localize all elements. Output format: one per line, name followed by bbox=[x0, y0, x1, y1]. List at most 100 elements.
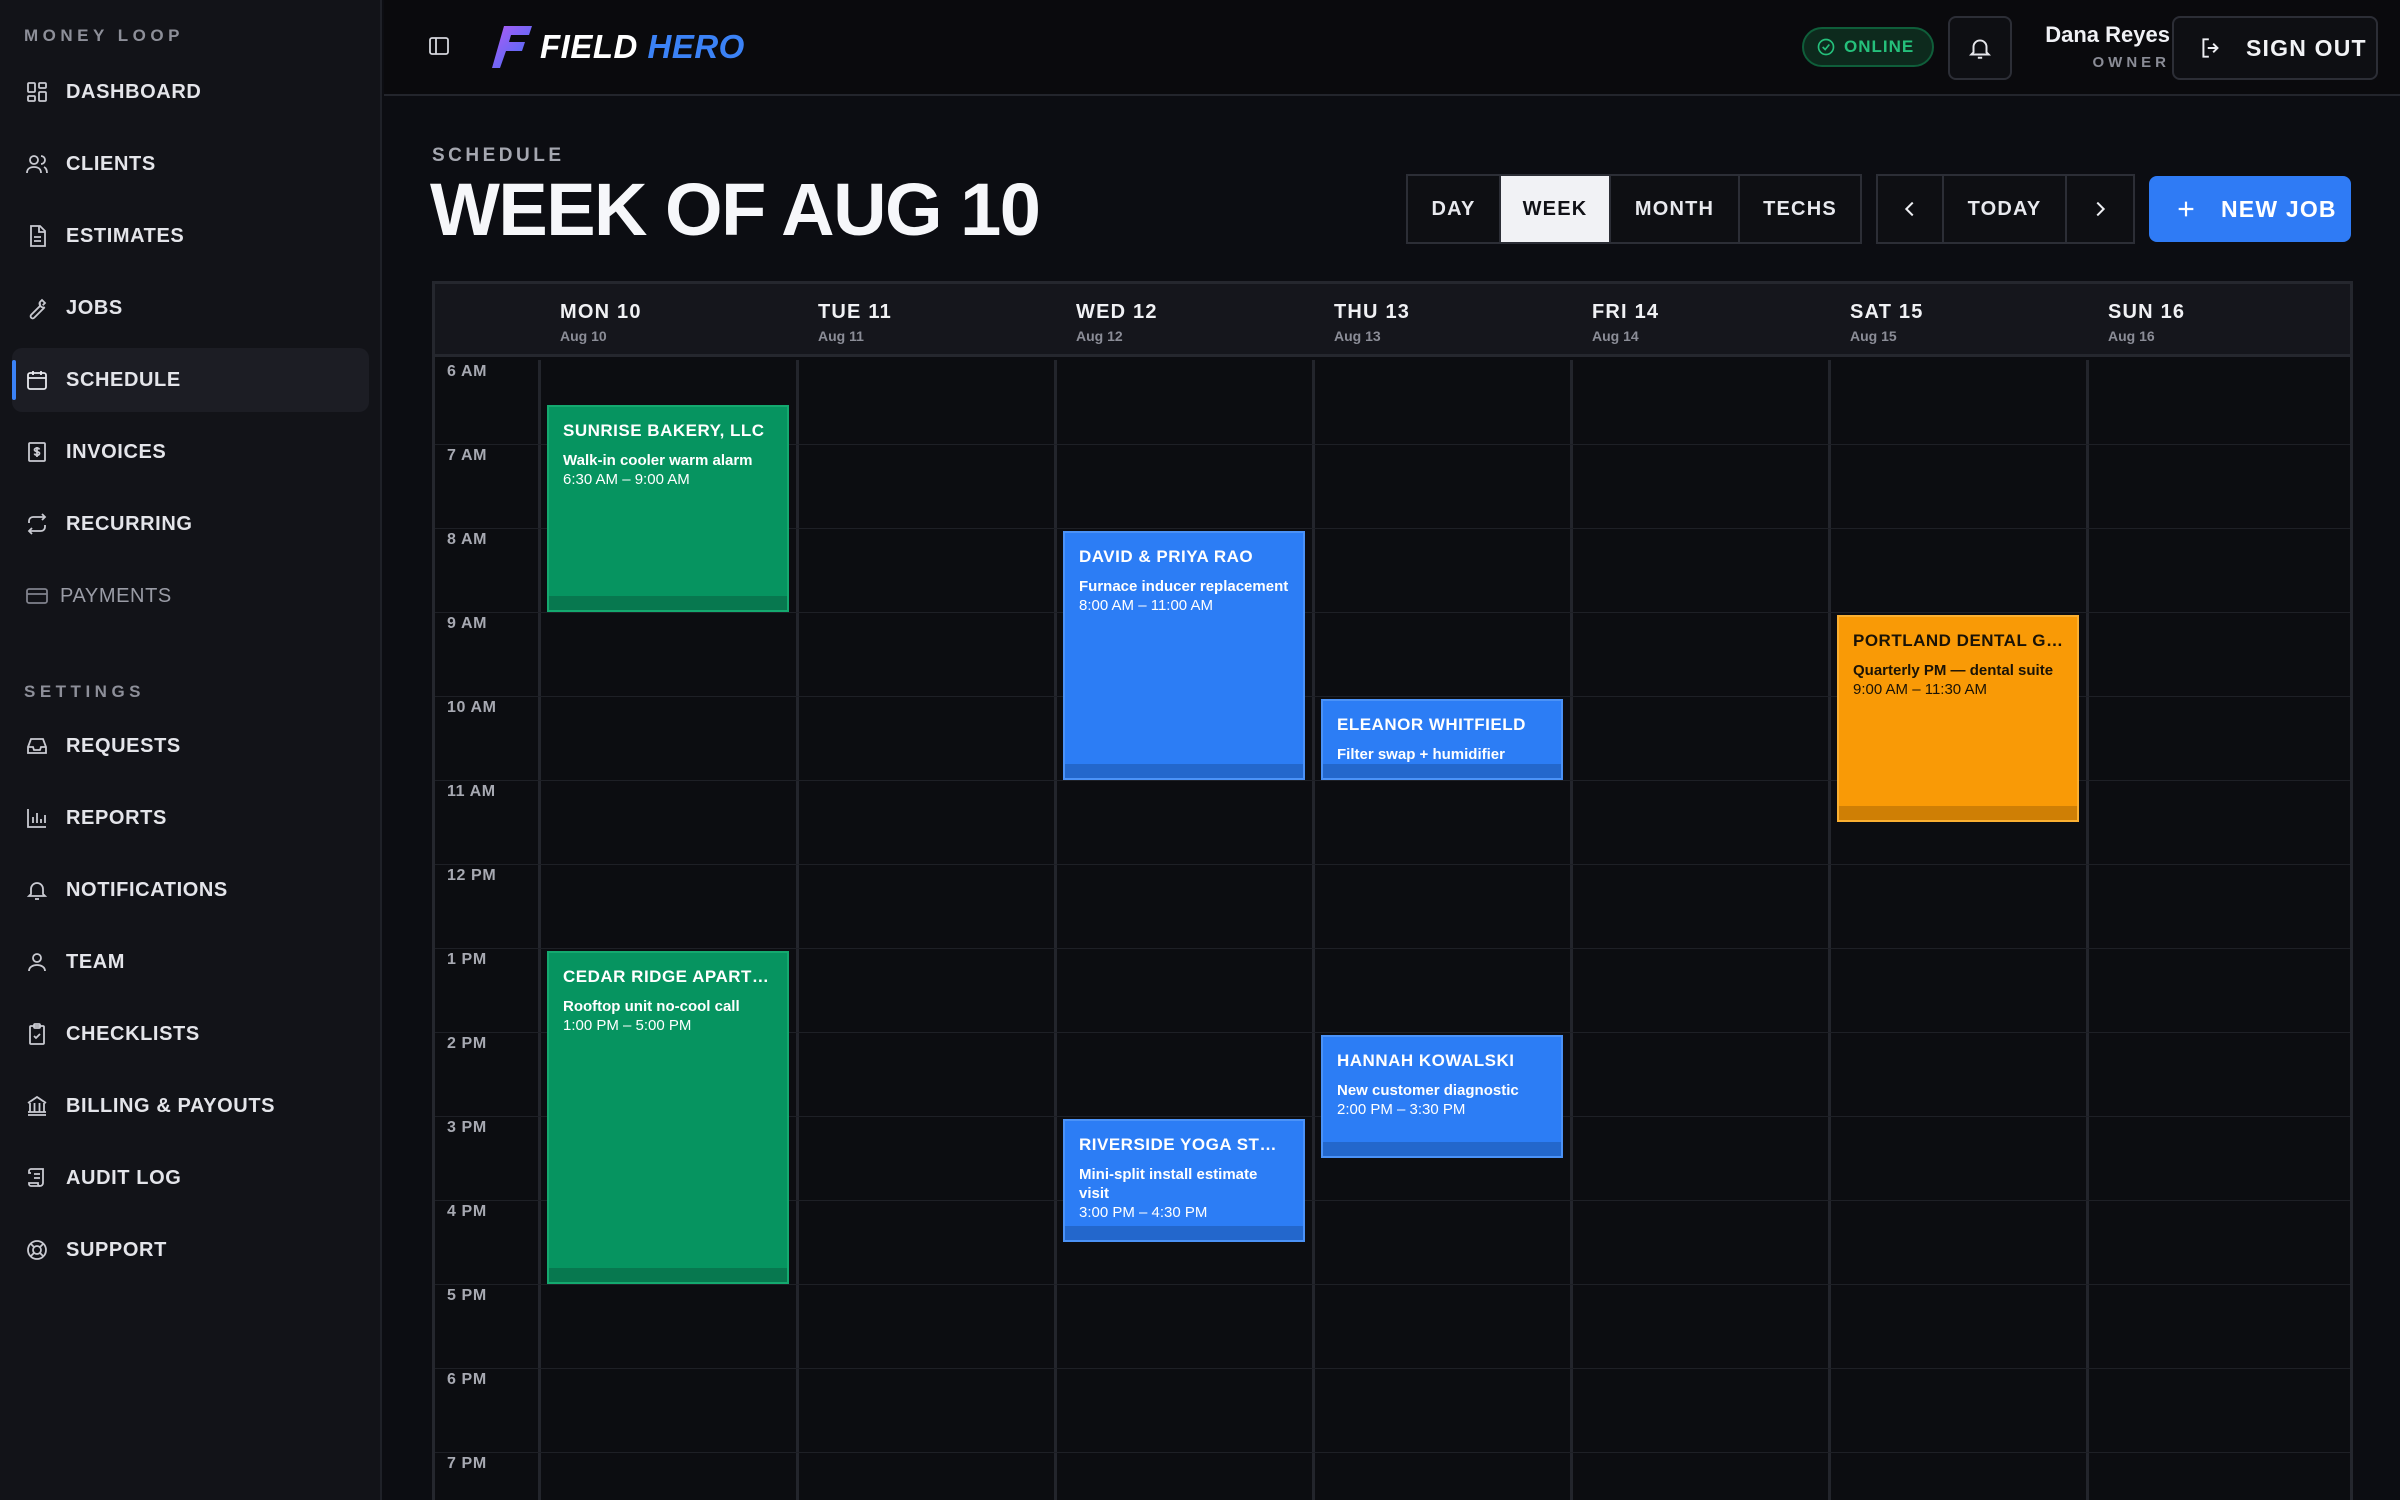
event-time: 9:00 AM – 11:30 AM bbox=[1853, 681, 1987, 698]
column-divider bbox=[1054, 360, 1057, 1500]
day-header-thu[interactable]: THU 13 Aug 13 bbox=[1315, 284, 1573, 357]
new-job-button[interactable]: NEW JOB bbox=[2149, 176, 2351, 242]
schedule-event[interactable]: ELEANOR WHITFIELD Filter swap + humidifie… bbox=[1321, 699, 1563, 780]
sidebar-item-label: PAYMENTS bbox=[60, 584, 172, 607]
sidebar-item-label: ESTIMATES bbox=[66, 224, 185, 247]
schedule-event[interactable]: CEDAR RIDGE APARTMENTS Rooftop unit no-co… bbox=[547, 951, 789, 1284]
schedule-event[interactable]: SUNRISE BAKERY, LLC Walk-in cooler warm a… bbox=[547, 405, 789, 612]
next-week-button[interactable] bbox=[2067, 176, 2133, 242]
gutter-gridline bbox=[435, 696, 541, 697]
sidebar-item-billing-payouts[interactable]: BILLING & PAYOUTS bbox=[12, 1074, 369, 1138]
schedule-event[interactable]: PORTLAND DENTAL GROUP Quarterly PM — dent… bbox=[1837, 615, 2079, 822]
hour-gridline bbox=[541, 1200, 2350, 1201]
gutter-gridline bbox=[435, 948, 541, 949]
dashboard-icon bbox=[24, 79, 50, 105]
sidebar-item-reports[interactable]: REPORTS bbox=[12, 786, 369, 850]
gutter-gridline bbox=[435, 780, 541, 781]
event-description: Mini-split install estimate visit bbox=[1079, 1166, 1258, 1202]
hour-label: 2 PM bbox=[447, 1035, 487, 1052]
sidebar-item-clients[interactable]: CLIENTS bbox=[12, 132, 369, 196]
notifications-button[interactable] bbox=[1948, 16, 2012, 80]
day-name: SAT 15 bbox=[1850, 301, 1924, 323]
sidebar-item-label: CHECKLISTS bbox=[66, 1022, 200, 1045]
day-date: Aug 16 bbox=[2108, 328, 2155, 344]
schedule-event[interactable]: DAVID & PRIYA RAO Furnace inducer replace… bbox=[1063, 531, 1305, 780]
sign-out-button[interactable]: SIGN OUT bbox=[2172, 16, 2378, 80]
scroll-icon bbox=[24, 1165, 50, 1191]
sidebar-item-support[interactable]: SUPPORT bbox=[12, 1218, 369, 1282]
event-description: Quarterly PM — dental suite bbox=[1853, 662, 2054, 679]
gutter-gridline bbox=[435, 1368, 541, 1369]
sidebar-item-invoices[interactable]: INVOICES bbox=[12, 420, 369, 484]
day-date: Aug 11 bbox=[818, 328, 864, 344]
event-resize-handle[interactable] bbox=[1065, 764, 1303, 778]
hour-gridline bbox=[541, 948, 2350, 949]
sidebar-item-payments[interactable]: PAYMENTS bbox=[12, 564, 369, 628]
event-resize-handle[interactable] bbox=[1839, 806, 2077, 820]
column-divider bbox=[1312, 360, 1315, 1500]
sidebar-item-checklists[interactable]: CHECKLISTS bbox=[12, 1002, 369, 1066]
column-divider bbox=[796, 360, 799, 1500]
bell-icon bbox=[24, 877, 50, 903]
sidebar-item-audit-log[interactable]: AUDIT LOG bbox=[12, 1146, 369, 1210]
clients-icon bbox=[24, 151, 50, 177]
sidebar-item-label: TEAM bbox=[66, 950, 126, 973]
day-header-sun[interactable]: SUN 16 Aug 16 bbox=[2089, 284, 2347, 357]
schedule-event[interactable]: RIVERSIDE YOGA STUDIO Mini-split install … bbox=[1063, 1119, 1305, 1242]
brand-logo[interactable]: FIELD HERO bbox=[492, 24, 745, 70]
sidebar-item-schedule[interactable]: SCHEDULE bbox=[12, 348, 369, 412]
day-date: Aug 10 bbox=[560, 328, 607, 344]
day-header-sat[interactable]: SAT 15 Aug 15 bbox=[1831, 284, 2089, 357]
chevron-right-icon bbox=[2096, 201, 2106, 217]
event-title: HANNAH KOWALSKI bbox=[1337, 1051, 1515, 1070]
sidebar-item-estimates[interactable]: ESTIMATES bbox=[12, 204, 369, 268]
check-circle-icon bbox=[1817, 38, 1835, 56]
clipboard-check-icon bbox=[24, 1021, 50, 1047]
calendar-grid[interactable]: 6 AM 7 AM 8 AM 9 AM 10 AM 11 AM 12 PM 1 PM 2 PM 3… bbox=[435, 360, 2350, 1500]
schedule-event[interactable]: HANNAH KOWALSKI New customer diagnostic 2:… bbox=[1321, 1035, 1563, 1158]
sidebar-item-jobs[interactable]: JOBS bbox=[12, 276, 369, 340]
wrench-icon bbox=[24, 295, 50, 321]
day-header-mon[interactable]: MON 10 Aug 10 bbox=[541, 284, 799, 357]
hour-label: 5 PM bbox=[447, 1287, 487, 1304]
day-header-wed[interactable]: WED 12 Aug 12 bbox=[1057, 284, 1315, 357]
day-header-fri[interactable]: FRI 14 Aug 14 bbox=[1573, 284, 1831, 357]
hour-label: 10 AM bbox=[447, 699, 497, 716]
event-resize-handle[interactable] bbox=[1065, 1226, 1303, 1240]
sidebar-item-dashboard[interactable]: DASHBOARD bbox=[12, 60, 369, 124]
sidebar-toggle-button[interactable] bbox=[424, 33, 454, 63]
event-time: 3:00 PM – 4:30 PM bbox=[1079, 1204, 1208, 1221]
hour-gridline bbox=[541, 1452, 2350, 1453]
gutter-gridline bbox=[435, 444, 541, 445]
event-resize-handle[interactable] bbox=[549, 1268, 787, 1282]
view-techs-button[interactable]: TECHS bbox=[1740, 176, 1860, 242]
previous-week-button[interactable] bbox=[1878, 176, 1944, 242]
bank-icon bbox=[24, 1093, 50, 1119]
event-resize-handle[interactable] bbox=[1323, 764, 1561, 778]
inbox-icon bbox=[24, 733, 50, 759]
sidebar-item-recurring[interactable]: RECURRING bbox=[12, 492, 369, 556]
day-name: TUE 11 bbox=[818, 301, 892, 323]
hour-label: 8 AM bbox=[447, 531, 488, 548]
hour-gridline bbox=[541, 612, 2350, 613]
day-header-tue[interactable]: TUE 11 Aug 11 bbox=[799, 284, 1057, 357]
event-resize-handle[interactable] bbox=[1323, 1142, 1561, 1156]
user-info[interactable]: Dana Reyes OWNER bbox=[2030, 22, 2170, 71]
sidebar-item-notifications[interactable]: NOTIFICATIONS bbox=[12, 858, 369, 922]
view-week-button[interactable]: WEEK bbox=[1501, 176, 1611, 242]
gutter-gridline bbox=[435, 1032, 541, 1033]
hour-gridline bbox=[541, 528, 2350, 529]
sidebar-item-requests[interactable]: REQUESTS bbox=[12, 714, 369, 778]
view-month-button[interactable]: MONTH bbox=[1611, 176, 1740, 242]
event-resize-handle[interactable] bbox=[549, 596, 787, 610]
event-title: PORTLAND DENTAL GROUP bbox=[1853, 631, 2063, 650]
event-time: 1:00 PM – 5:00 PM bbox=[563, 1017, 692, 1034]
sidebar-item-label: REPORTS bbox=[66, 806, 167, 829]
view-day-button[interactable]: DAY bbox=[1408, 176, 1501, 242]
lifebuoy-icon bbox=[24, 1237, 50, 1263]
week-calendar: MON 10 Aug 10 TUE 11 Aug 11 WED 12 Aug 1… bbox=[432, 281, 2353, 1500]
sidebar-item-team[interactable]: TEAM bbox=[12, 930, 369, 994]
sidebar-item-label: CLIENTS bbox=[66, 152, 156, 175]
today-button[interactable]: TODAY bbox=[1944, 176, 2067, 242]
column-divider bbox=[1570, 360, 1573, 1500]
